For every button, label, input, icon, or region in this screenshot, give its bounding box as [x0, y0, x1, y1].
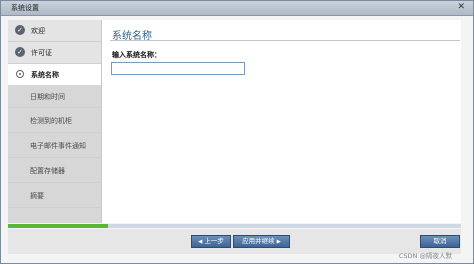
- footer-bar: ◀ 上一步 应用并继续 ▶ 取消: [8, 229, 461, 254]
- check-circle-icon: ✓: [15, 47, 25, 57]
- step-welcome[interactable]: ✓ 欢迎: [8, 20, 101, 42]
- arrow-right-icon: ▶: [276, 239, 281, 245]
- check-circle-icon: ✓: [15, 25, 25, 35]
- step-label: 日期和时间: [30, 93, 65, 101]
- step-label: 电子邮件事件通知: [30, 142, 86, 150]
- sidebar-filler: [8, 208, 101, 223]
- step-label: 许可证: [31, 49, 52, 57]
- wizard-progress-bar: [8, 224, 461, 228]
- back-button[interactable]: ◀ 上一步: [191, 235, 231, 248]
- close-icon[interactable]: ✕: [457, 2, 465, 12]
- step-label: 检测到的机柜: [30, 117, 72, 125]
- back-button-label: 上一步: [204, 237, 224, 245]
- step-date-time[interactable]: 日期和时间: [8, 86, 101, 108]
- step-system-name[interactable]: 系统名称: [8, 64, 101, 86]
- title-bar: 系统设置 ✕: [1, 1, 473, 16]
- apply-continue-button[interactable]: 应用并继续 ▶: [233, 235, 290, 248]
- main-panel: 系统名称 输入系统名称：: [102, 20, 461, 223]
- step-label: 摘要: [30, 192, 44, 200]
- wizard-steps-sidebar: ✓ 欢迎 ✓ 许可证 系统名称 日期和时间 检测到的机柜 电子邮件事件通知 配置…: [8, 20, 102, 223]
- watermark: CSDN @隔夜人默: [398, 252, 452, 260]
- cancel-button[interactable]: 取消: [420, 235, 460, 248]
- cancel-button-label: 取消: [433, 237, 447, 245]
- step-license[interactable]: ✓ 许可证: [8, 42, 101, 64]
- step-detected-enclosures[interactable]: 检测到的机柜: [8, 108, 101, 133]
- current-step-icon: [16, 70, 24, 78]
- step-summary[interactable]: 摘要: [8, 183, 101, 208]
- system-name-input[interactable]: [111, 62, 245, 75]
- arrow-left-icon: ◀: [198, 239, 203, 245]
- step-label: 欢迎: [31, 27, 45, 35]
- step-label: 系统名称: [31, 71, 59, 79]
- title-divider: [110, 40, 460, 41]
- progress-fill: [8, 224, 108, 228]
- step-email-notification[interactable]: 电子邮件事件通知: [8, 133, 101, 158]
- step-label: 配置存储器: [30, 167, 65, 175]
- step-configure-storage[interactable]: 配置存储器: [8, 158, 101, 183]
- system-name-label: 输入系统名称：: [112, 51, 161, 59]
- window-title: 系统设置: [11, 4, 39, 12]
- apply-continue-label: 应用并继续: [242, 237, 275, 245]
